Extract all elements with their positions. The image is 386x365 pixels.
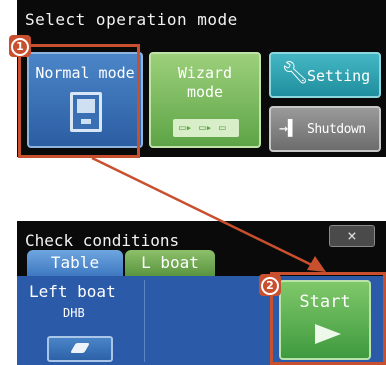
guide-arrow bbox=[91, 156, 326, 272]
arrow-line bbox=[91, 156, 319, 270]
